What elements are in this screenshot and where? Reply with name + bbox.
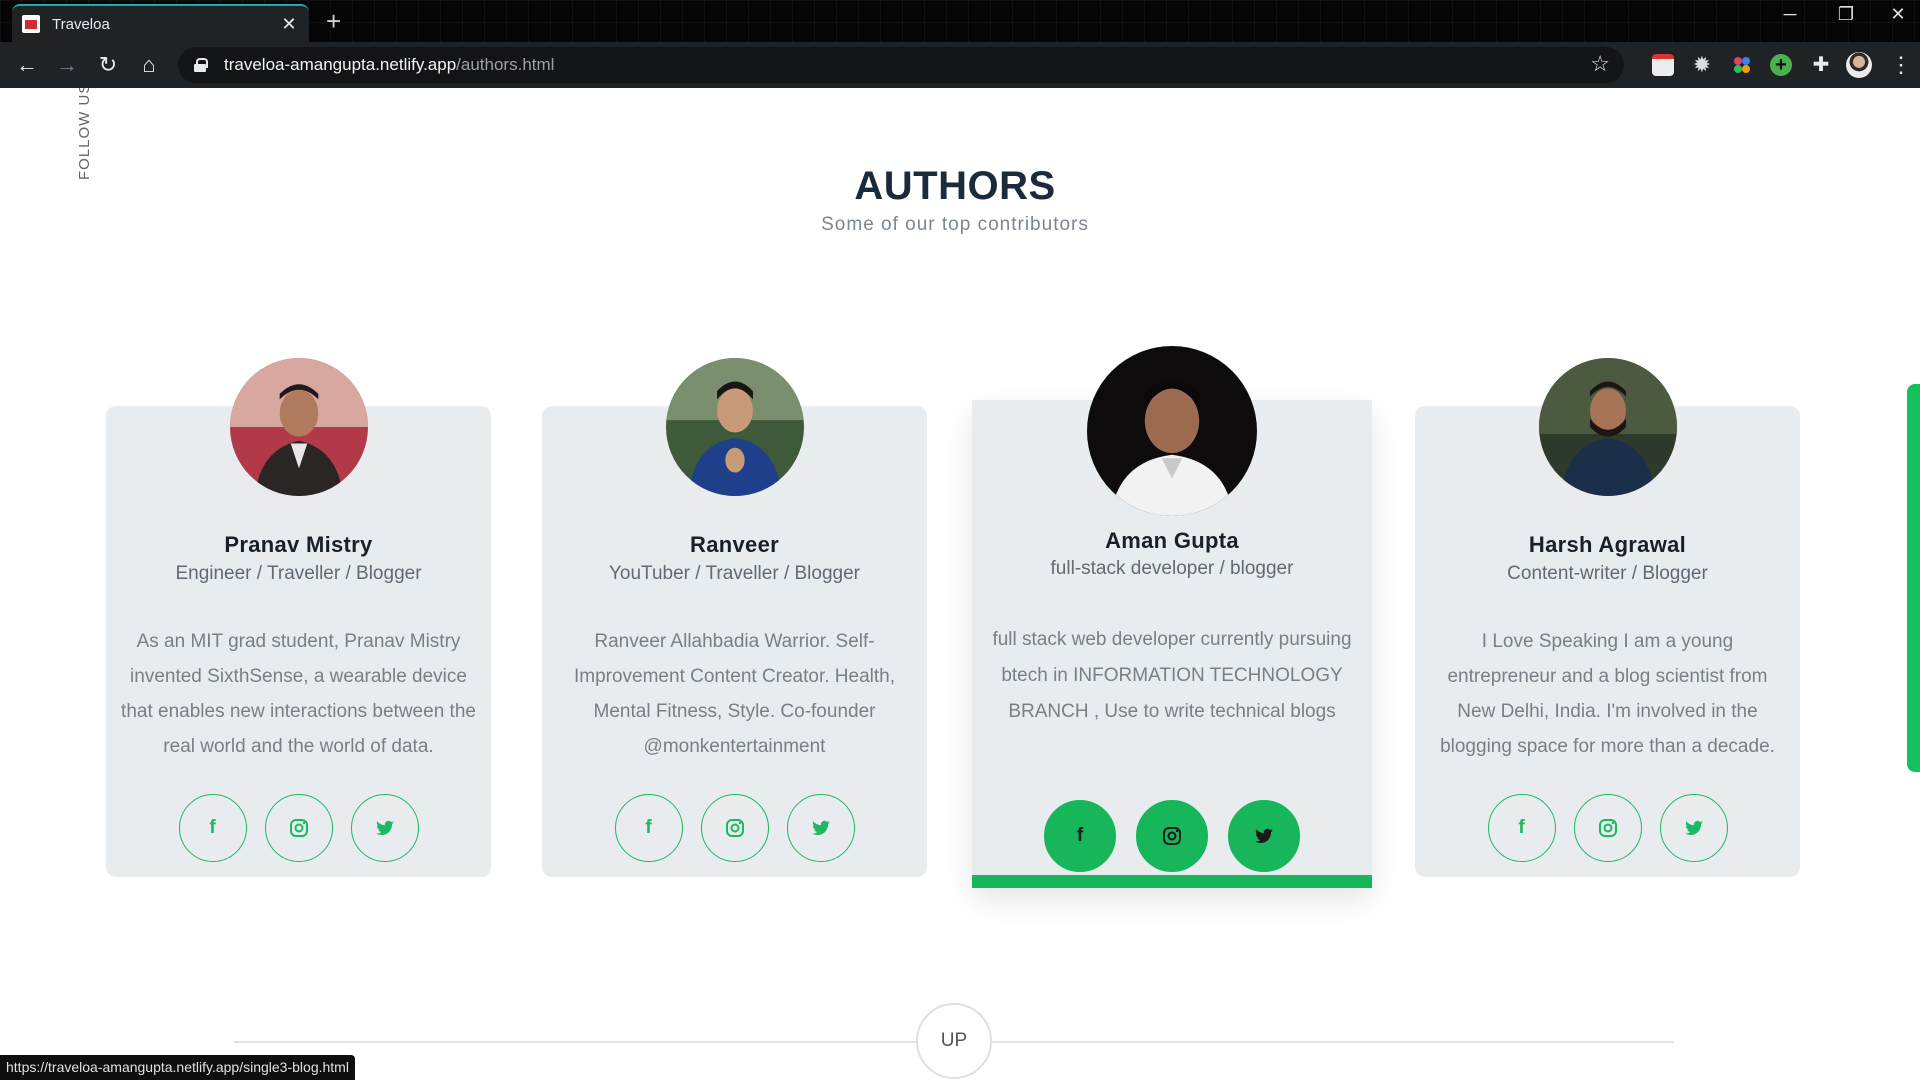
author-bio: full stack web developer currently pursu…	[992, 629, 1352, 722]
author-card: Ranveer YouTuber / Traveller / Blogger R…	[542, 358, 927, 877]
twitter-icon	[1684, 820, 1703, 836]
url-host: traveloa-amangupta.netlify.app	[224, 55, 457, 74]
facebook-button[interactable]: f	[614, 794, 683, 862]
new-tab-button[interactable]: +	[326, 6, 341, 36]
card-accent-bar	[972, 875, 1372, 888]
reload-icon[interactable]: ↻	[93, 50, 123, 80]
lock-icon	[194, 58, 208, 72]
twitter-icon	[1255, 828, 1273, 844]
calendar-extension-icon[interactable]	[1652, 54, 1674, 76]
facebook-icon: f	[209, 817, 216, 838]
traveloa-favicon-icon	[22, 15, 40, 33]
author-card: Pranav Mistry Engineer / Traveller / Blo…	[106, 358, 491, 877]
social-links: f	[972, 800, 1372, 872]
instagram-icon	[289, 819, 308, 837]
scroll-indicator[interactable]	[1907, 384, 1920, 772]
forward-icon[interactable]: →	[52, 50, 82, 80]
restore-icon[interactable]: ❐	[1826, 4, 1866, 25]
author-role: YouTuber / Traveller / Blogger	[608, 563, 860, 584]
author-role: full-stack developer / blogger	[1050, 558, 1294, 579]
browser-toolbar: ← → ↻ ⌂ traveloa-amangupta.netlify.app/a…	[0, 42, 1920, 88]
instagram-icon	[725, 819, 744, 837]
page-subtitle: Some of our top contributors	[821, 214, 1089, 235]
facebook-icon: f	[645, 817, 652, 838]
author-avatar	[1087, 346, 1257, 516]
page-content: FOLLOW US AUTHORS Some of our top contri…	[0, 88, 1920, 1080]
facebook-button[interactable]: f	[178, 794, 247, 862]
author-name: Pranav Mistry	[224, 532, 373, 557]
twitter-button[interactable]	[1228, 800, 1300, 872]
author-name: Aman Gupta	[1105, 528, 1239, 553]
browser-titlebar: Traveloa ✕ + ─ ❐ ✕	[0, 0, 1920, 42]
author-bio: Ranveer Allahbadia Warrior. Self-Improve…	[573, 631, 896, 757]
author-bio: I Love Speaking I am a young entrepreneu…	[1440, 631, 1775, 757]
instagram-icon	[1163, 827, 1181, 845]
puzzle-extensions-icon[interactable]: ✚	[1810, 54, 1832, 76]
profile-avatar-icon[interactable]	[1846, 52, 1872, 78]
instagram-button[interactable]	[264, 794, 333, 862]
author-avatar	[229, 358, 368, 496]
instagram-button[interactable]	[700, 794, 769, 862]
social-links: f	[542, 794, 927, 862]
window-close-icon[interactable]: ✕	[1878, 4, 1918, 25]
author-name: Harsh Agrawal	[1528, 532, 1687, 557]
author-card-featured: Aman Gupta full-stack developer / blogge…	[972, 346, 1372, 888]
twitter-icon	[811, 820, 830, 836]
twitter-icon	[375, 820, 394, 836]
url-path: /authors.html	[456, 55, 555, 74]
author-role: Engineer / Traveller / Blogger	[175, 563, 422, 584]
instagram-button[interactable]	[1573, 794, 1642, 862]
add-extension-icon[interactable]: +	[1770, 54, 1792, 76]
author-avatar	[665, 358, 804, 496]
author-role: Content-writer / Blogger	[1507, 563, 1708, 584]
author-bio: As an MIT grad student, Pranav Mistry in…	[121, 631, 476, 757]
scroll-up-button[interactable]: UP	[916, 1003, 992, 1079]
close-tab-icon[interactable]: ✕	[279, 14, 299, 35]
status-bar-url: https://traveloa-amangupta.netlify.app/s…	[0, 1055, 355, 1080]
twitter-button[interactable]	[786, 794, 855, 862]
instagram-button[interactable]	[1136, 800, 1208, 872]
facebook-icon: f	[1076, 825, 1084, 846]
home-icon[interactable]: ⌂	[134, 50, 164, 80]
facebook-button[interactable]: f	[1487, 794, 1556, 862]
author-name: Ranveer	[690, 532, 779, 557]
facebook-icon: f	[1518, 817, 1525, 838]
browser-menu-icon[interactable]: ⋮	[1890, 52, 1912, 78]
bookmark-star-icon[interactable]: ☆	[1590, 51, 1610, 77]
facebook-button[interactable]: f	[1044, 800, 1116, 872]
browser-tab[interactable]: Traveloa ✕	[12, 4, 309, 42]
twitter-button[interactable]	[350, 794, 419, 862]
social-links: f	[106, 794, 491, 862]
settings-extension-icon[interactable]: ✹	[1691, 54, 1713, 76]
page-title: AUTHORS	[854, 164, 1056, 208]
twitter-button[interactable]	[1659, 794, 1728, 862]
back-icon[interactable]: ←	[12, 50, 42, 80]
author-card: Harsh Agrawal Content-writer / Blogger I…	[1415, 358, 1800, 877]
dots-extension-icon[interactable]	[1731, 54, 1753, 76]
minimize-icon[interactable]: ─	[1770, 4, 1810, 25]
tab-title: Traveloa	[52, 15, 110, 33]
address-bar[interactable]: traveloa-amangupta.netlify.app/authors.h…	[178, 47, 1624, 83]
instagram-icon	[1598, 819, 1617, 837]
social-links: f	[1415, 794, 1800, 862]
author-avatar	[1538, 358, 1677, 496]
